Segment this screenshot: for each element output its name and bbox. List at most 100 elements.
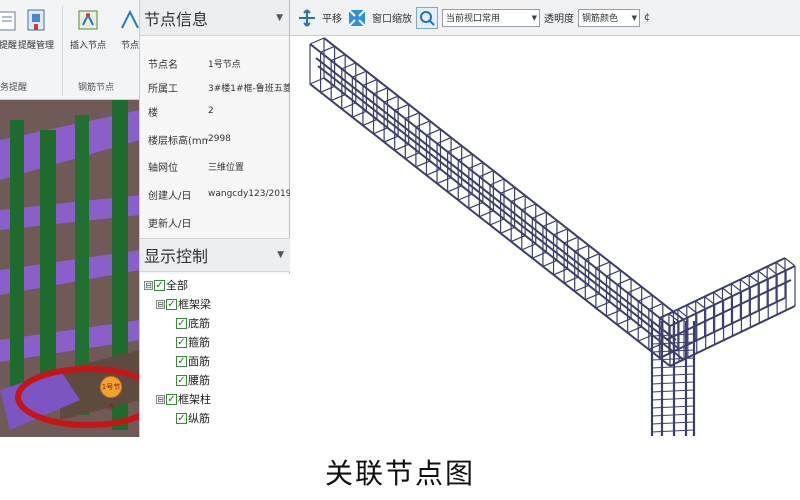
- checkbox[interactable]: ✓: [166, 298, 177, 310]
- tree-node-frame-beam[interactable]: ⊟ ✓ 框架梁: [156, 295, 211, 313]
- tree-node-top-rebar[interactable]: ✓ 面筋: [176, 352, 210, 370]
- info-row: 更新人/日: [140, 211, 290, 233]
- checkbox[interactable]: ✓: [154, 279, 165, 291]
- tree-node-stirrup[interactable]: ✓ 箍筋: [176, 333, 210, 351]
- rebar-line: [500, 186, 515, 194]
- node-icon: [118, 8, 142, 34]
- rebar-line: [500, 226, 515, 234]
- tree-node-bottom-rebar[interactable]: ✓ 底筋: [176, 314, 210, 332]
- ribbon-group-remind: 务提醒: [0, 83, 28, 93]
- rebar-line: [341, 62, 357, 70]
- checkbox[interactable]: ✓: [176, 355, 187, 367]
- rebar-line: [563, 236, 579, 244]
- rebar-line: [415, 120, 431, 128]
- dropdown-arrow-icon: ▼: [631, 13, 637, 22]
- rebar-line: [447, 145, 462, 153]
- rebar-line: [563, 276, 579, 284]
- expander-icon[interactable]: ⊟: [156, 299, 165, 309]
- info-key: 所属工: [148, 83, 178, 95]
- rebar-line: [542, 219, 558, 228]
- rebar-line: [415, 160, 431, 168]
- checkbox[interactable]: ✓: [176, 412, 187, 424]
- rebar-line: [373, 87, 388, 95]
- tree-node-label: 腰筋: [188, 374, 210, 387]
- rebar-line: [383, 95, 399, 103]
- tree-node-frame-column[interactable]: ⊟ ✓ 框架柱: [156, 390, 211, 408]
- rebar-line: [510, 195, 526, 203]
- rebar-line: [426, 128, 441, 136]
- tree-node-label: 底筋: [188, 317, 210, 330]
- rebar-node-drawing: [309, 37, 796, 436]
- remind-manage-icon: [24, 8, 48, 34]
- expander-icon[interactable]: ⊟: [144, 280, 153, 290]
- tree-node-label: 箍筋: [188, 336, 210, 349]
- remind-manage-label: 提醒管理: [17, 41, 54, 51]
- info-row: 节点名 1号节点: [140, 52, 290, 74]
- rebar-line: [405, 112, 420, 120]
- checkbox[interactable]: ✓: [176, 336, 187, 348]
- checkbox[interactable]: ✓: [176, 374, 187, 386]
- info-key: 更新人/日: [148, 218, 192, 230]
- checkbox[interactable]: ✓: [176, 317, 187, 329]
- tree-node-all[interactable]: ⊟ ✓ 全部: [144, 276, 188, 294]
- rebar-line: [468, 161, 484, 169]
- rebar-line: [320, 85, 335, 93]
- info-row: 所属工 3#楼1#框-鲁班五菱: [140, 76, 290, 98]
- window-zoom-label[interactable]: 窗口缩放: [372, 10, 412, 25]
- checkbox[interactable]: ✓: [166, 393, 177, 405]
- rebar-line: [426, 168, 441, 176]
- rebar-line: [309, 77, 325, 85]
- display-control-header[interactable]: 显示控制 ▼: [140, 238, 290, 272]
- tree-node-long-rebar[interactable]: ✓ 纵筋: [176, 409, 210, 427]
- rebar-line: [595, 301, 611, 309]
- info-key: 楼: [148, 107, 158, 119]
- rebar-3d-viewport[interactable]: [290, 36, 800, 437]
- rebar-line: [362, 118, 378, 127]
- info-key: 创建人/日: [148, 190, 192, 202]
- magnifier-icon[interactable]: [416, 6, 438, 29]
- rebar-line: [595, 261, 611, 269]
- rebar-line: [457, 193, 473, 201]
- pan-label[interactable]: 平移: [322, 10, 342, 25]
- info-value: 2998: [208, 134, 231, 144]
- rebar-line: [553, 268, 568, 276]
- tree-node-label: 纵筋: [188, 412, 210, 425]
- info-key: 轴网位: [148, 162, 178, 174]
- tree-node-label: 框架梁: [178, 298, 211, 311]
- tree-node-label: 全部: [166, 279, 188, 292]
- insert-node-button[interactable]: 插入节点: [66, 6, 110, 66]
- highlight-ring: [15, 366, 139, 428]
- view-select-value: 当前视口常用: [446, 14, 501, 24]
- pan-icon[interactable]: [296, 7, 318, 29]
- info-value: 1号节点: [208, 59, 241, 70]
- rebar-line: [352, 110, 367, 118]
- window-zoom-icon[interactable]: [346, 7, 368, 29]
- figure-caption: 关联节点图: [324, 457, 475, 490]
- rebar-line: [574, 244, 589, 252]
- rebar-line: [542, 259, 558, 268]
- rebar-line: [373, 127, 388, 135]
- insert-node-label: 插入节点: [69, 41, 106, 51]
- collapse-arrow-icon[interactable]: ▼: [277, 250, 284, 260]
- node-info-header[interactable]: 节点信息 ▼: [140, 0, 289, 36]
- view-select[interactable]: 当前视口常用 ▼: [442, 8, 540, 27]
- info-key: 楼层标高(mm): [148, 135, 208, 147]
- rebar-line: [606, 309, 621, 317]
- rebar-line: [489, 178, 505, 186]
- rebar-line: [330, 94, 346, 102]
- rebar-line: [405, 152, 420, 160]
- toolbar-extra: ¢: [644, 12, 651, 23]
- transparency-select[interactable]: 钢筋颜色 ▼: [578, 8, 640, 27]
- tree-node-waist-rebar[interactable]: ✓ 腰筋: [176, 371, 210, 389]
- ribbon-toolbar: 提醒 提醒管理 插入节点 节点 务提醒 钢筋节点: [0, 0, 140, 100]
- info-row: 轴网位 三维位置: [140, 155, 290, 177]
- rebar-line: [784, 257, 796, 267]
- collapse-arrow-icon[interactable]: ▼: [276, 13, 283, 23]
- model-scene-view[interactable]: 1号节点: [0, 100, 140, 437]
- info-value: 2: [208, 106, 214, 116]
- rebar-line: [309, 37, 325, 45]
- rebar-line: [553, 228, 568, 236]
- expander-icon[interactable]: ⊟: [156, 394, 165, 404]
- remind-manage-button[interactable]: 提醒管理: [14, 6, 58, 66]
- insert-node-icon: [76, 8, 100, 34]
